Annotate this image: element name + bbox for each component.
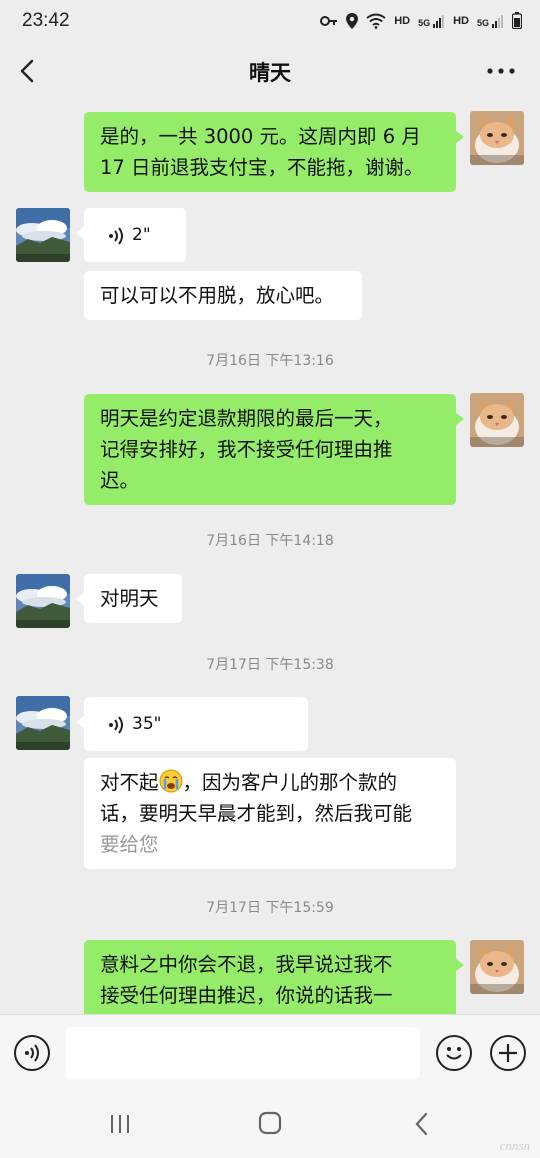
message-text-line: 可以可以不用脱，放心吧。 — [100, 284, 335, 307]
chat-title: 晴天 — [249, 61, 291, 85]
voice-message: 2" — [108, 220, 170, 251]
smiley-icon — [446, 1047, 462, 1060]
chat-header: 晴天 — [0, 44, 540, 98]
emoji-button[interactable] — [436, 1035, 472, 1071]
timestamp: 7月16日 下午13:16 — [206, 353, 334, 369]
back-icon[interactable] — [402, 1108, 442, 1140]
hd-label-1: HD — [394, 14, 411, 27]
wifi-icon — [366, 13, 386, 29]
voice-duration: 2" — [132, 225, 151, 245]
message-text-line: 记得安排好，我不接受任何理由推 — [100, 438, 393, 461]
message-text-line: 17 日前退我支付宝，不能拖，谢谢。 — [100, 156, 424, 179]
my-avatar[interactable] — [470, 111, 524, 165]
voice-duration: 35" — [132, 714, 162, 734]
message-text-line: 对明天 — [100, 587, 159, 610]
message-list[interactable]: 是的，一共 3000 元。这周内即 6 月 17 日前退我支付宝，不能拖，谢谢。… — [0, 98, 540, 1014]
signal-type-2: 5G — [476, 17, 489, 28]
more-options-icon[interactable] — [486, 56, 516, 92]
location-icon — [346, 12, 359, 29]
message-text-line: 明天是约定退款期限的最后一天， — [100, 407, 393, 430]
voice-message-bubble[interactable]: 2" — [76, 208, 186, 262]
crying-emoji-icon — [159, 769, 183, 793]
timestamp: 7月17日 下午15:59 — [206, 900, 334, 916]
message-bubble-received[interactable]: 可以可以不用脱，放心吧。 — [84, 271, 362, 320]
ellipsis-icon — [487, 68, 515, 74]
message-text-line: 是的，一共 3000 元。这周内即 6 月 — [100, 125, 421, 148]
message-bubble-received[interactable]: 对明天 — [76, 574, 182, 623]
hd-label-2: HD — [453, 14, 469, 27]
my-avatar[interactable] — [470, 393, 524, 447]
contact-avatar[interactable] — [16, 696, 70, 750]
message-text-line: 接受任何理由推迟，你说的话我一 — [100, 984, 393, 1007]
contact-avatar[interactable] — [16, 574, 70, 628]
signal-icon-2: 5G — [477, 14, 504, 28]
message-text-line-partial: 要给您 — [100, 833, 159, 856]
signal-type-1: 5G — [418, 17, 431, 28]
battery-icon — [512, 12, 522, 29]
voice-message-bubble[interactable]: 35" — [76, 697, 308, 751]
signal-icon-1: 5G — [418, 14, 445, 28]
message-text-line: 迟。 — [100, 469, 140, 492]
home-icon[interactable] — [250, 1108, 290, 1140]
status-time: 23:42 — [22, 10, 70, 31]
message-text-segment: 对不起 — [100, 771, 159, 794]
voice-message: 35" — [108, 709, 292, 740]
message-text-segment: ，因为客户儿的那个款的 — [182, 771, 398, 794]
watermark: cnnsn — [499, 1138, 530, 1153]
voice-transcript-bubble[interactable]: 对不起 ，因为客户儿的那个款的 话，要明天早晨才能到，然后我可能 要给您 — [84, 758, 456, 869]
message-text-line: 对不起 ，因为客户儿的那个款的 — [100, 767, 440, 798]
status-icons: HD 5G HD 5G — [320, 12, 522, 29]
timestamp: 7月17日 下午15:38 — [206, 657, 334, 673]
message-text-input[interactable] — [66, 1027, 420, 1079]
status-bar: 23:42 HD 5G HD 5G — [0, 0, 540, 44]
timestamp: 7月16日 下午14:18 — [206, 533, 334, 549]
voice-icon — [25, 1044, 39, 1062]
voice-wave-icon — [109, 226, 123, 245]
plus-icon — [499, 1044, 517, 1062]
voice-wave-icon — [109, 715, 123, 734]
more-functions-button[interactable] — [490, 1035, 526, 1071]
key-icon — [320, 15, 338, 26]
message-text-line: 意料之中你会不退，我早说过我不 — [100, 953, 393, 976]
message-bubble-sent[interactable]: 是的，一共 3000 元。这周内即 6 月 17 日前退我支付宝，不能拖，谢谢。 — [84, 112, 464, 192]
message-bubble-sent[interactable]: 明天是约定退款期限的最后一天， 记得安排好，我不接受任何理由推 迟。 — [84, 394, 464, 505]
message-text-line: 话，要明天早晨才能到，然后我可能 — [100, 802, 413, 825]
recent-apps-icon[interactable] — [100, 1108, 140, 1140]
message-bubble-sent[interactable]: 意料之中你会不退，我早说过我不 接受任何理由推迟，你说的话我一 — [84, 940, 464, 1014]
voice-input-button[interactable] — [14, 1035, 50, 1071]
contact-avatar[interactable] — [16, 208, 70, 262]
my-avatar[interactable] — [470, 940, 524, 994]
system-navigation-bar — [0, 1090, 540, 1158]
message-input-bar — [0, 1014, 540, 1090]
